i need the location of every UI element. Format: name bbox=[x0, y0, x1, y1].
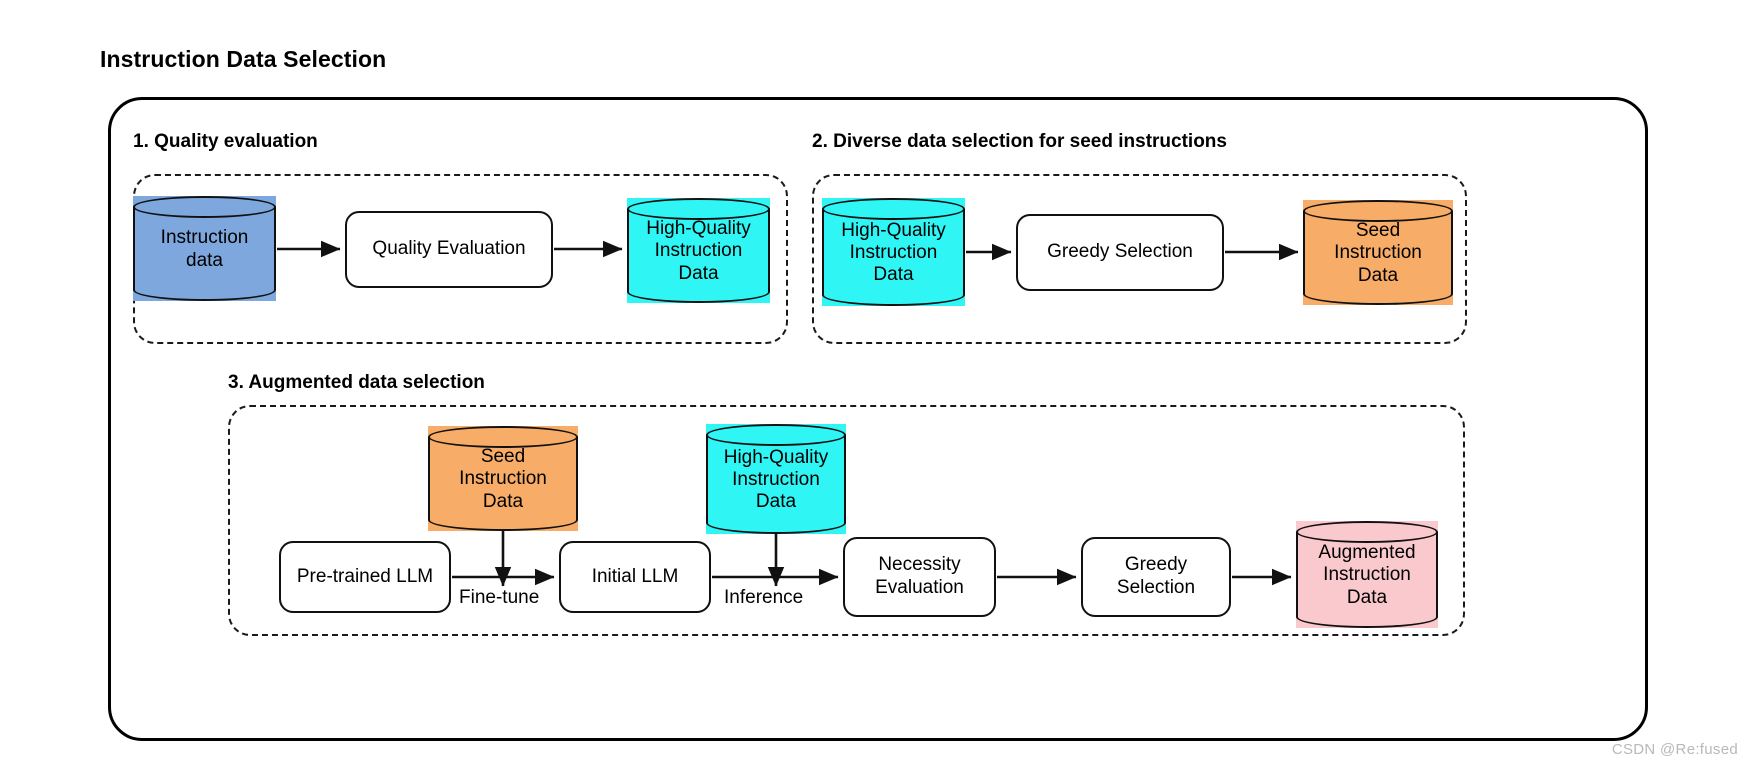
section-heading-augmented-data-selection: 3. Augmented data selection bbox=[228, 372, 485, 393]
edge-label-inference: Inference bbox=[724, 587, 804, 608]
box-necessity-evaluation[interactable]: Necessity Evaluation bbox=[843, 537, 996, 617]
cylinder-label: High-Quality Instruction Data bbox=[723, 446, 829, 513]
cylinder-instruction-data: Instruction data bbox=[133, 196, 276, 301]
box-greedy-selection-s3[interactable]: Greedy Selection bbox=[1081, 537, 1231, 617]
box-label: Greedy Selection bbox=[1116, 554, 1196, 598]
edge-label-fine-tune: Fine-tune bbox=[459, 587, 540, 608]
page-title: Instruction Data Selection bbox=[100, 46, 387, 72]
cylinder-label: Seed Instruction Data bbox=[1334, 220, 1422, 286]
cylinder-augmented-instruction-data: Augmented Instruction Data bbox=[1296, 521, 1438, 628]
box-label: Necessity Evaluation bbox=[875, 554, 964, 598]
box-greedy-selection-s2[interactable]: Greedy Selection bbox=[1016, 214, 1224, 291]
box-label: Initial LLM bbox=[591, 565, 679, 587]
cylinder-high-quality-instruction-data-s2: High-Quality Instruction Data bbox=[822, 198, 965, 306]
section-heading-quality-evaluation: 1. Quality evaluation bbox=[133, 131, 318, 152]
cylinder-label: Seed Instruction Data bbox=[459, 446, 547, 512]
cylinder-label: High-Quality Instruction Data bbox=[646, 218, 751, 284]
diagram-canvas: Instruction Data Selection 1. Quality ev… bbox=[0, 0, 1754, 766]
box-pre-trained-llm[interactable]: Pre-trained LLM bbox=[279, 541, 451, 613]
cylinder-seed-instruction-data-s2: Seed Instruction Data bbox=[1303, 200, 1453, 305]
box-label: Greedy Selection bbox=[1047, 241, 1193, 263]
cylinder-label: High-Quality Instruction Data bbox=[841, 219, 946, 286]
cylinder-label: Instruction data bbox=[160, 227, 249, 271]
cylinder-high-quality-instruction-data-s1: High-Quality Instruction Data bbox=[627, 198, 770, 303]
box-quality-evaluation[interactable]: Quality Evaluation bbox=[345, 211, 553, 288]
cylinder-seed-instruction-data-s3: Seed Instruction Data bbox=[428, 426, 578, 531]
box-initial-llm[interactable]: Initial LLM bbox=[559, 541, 711, 613]
box-label: Pre-trained LLM bbox=[296, 565, 434, 587]
box-label: Quality Evaluation bbox=[372, 238, 526, 260]
cylinder-high-quality-instruction-data-s3: High-Quality Instruction Data bbox=[706, 424, 846, 534]
watermark: CSDN @Re:fused bbox=[1611, 741, 1738, 758]
cylinder-label: Augmented Instruction Data bbox=[1318, 542, 1416, 608]
section-heading-diverse-data-selection: 2. Diverse data selection for seed instr… bbox=[812, 131, 1227, 152]
